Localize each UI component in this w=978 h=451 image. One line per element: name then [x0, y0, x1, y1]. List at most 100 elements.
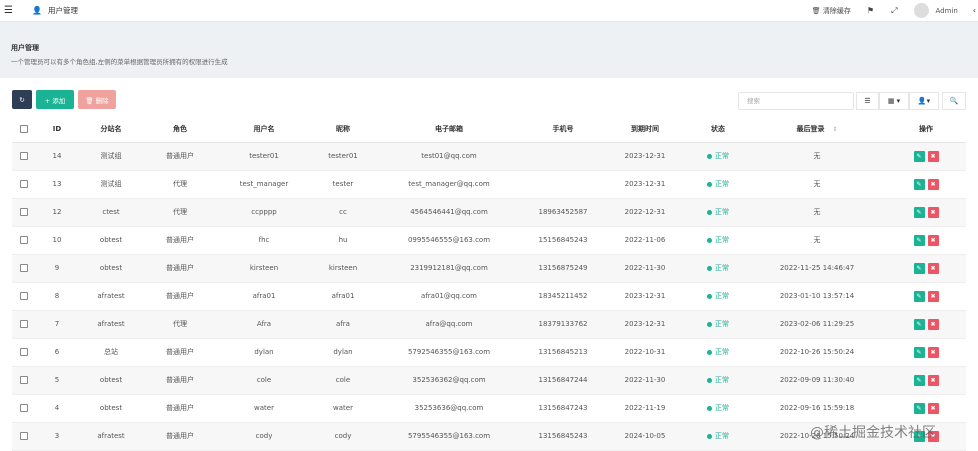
row-checkbox[interactable]	[12, 198, 36, 227]
menu-toggle-icon[interactable]: ☰	[4, 5, 18, 16]
chevron-left-icon[interactable]: ‹	[973, 6, 976, 15]
status-dot-icon	[707, 349, 712, 355]
col-role[interactable]: 角色	[144, 117, 216, 143]
delete-row-button[interactable]: ✖	[927, 346, 939, 358]
row-checkbox[interactable]	[12, 366, 36, 395]
cell-email: 5795546355@163.com	[374, 422, 524, 451]
columns-icon: ▦ ▾	[887, 97, 901, 105]
status-text: 正常	[715, 376, 729, 384]
clear-cache-button[interactable]: 🗑 清除缓存	[812, 6, 851, 16]
col-site[interactable]: 分站名	[78, 117, 144, 143]
cell-username: test_manager	[216, 170, 312, 199]
row-checkbox[interactable]	[12, 142, 36, 171]
row-checkbox[interactable]	[12, 338, 36, 367]
edit-button[interactable]: ✎	[913, 374, 925, 386]
table-row: 4 obtest 普通用户 water water 35253636@qq.com 1315…	[12, 394, 966, 423]
columns-button[interactable]: ▦ ▾	[879, 92, 909, 110]
toggle-view-button[interactable]: ☰	[856, 92, 879, 110]
col-nickname[interactable]: 昵称	[312, 117, 374, 143]
cell-email: 0995546555@163.com	[374, 226, 524, 255]
edit-button[interactable]: ✎	[913, 402, 925, 414]
cell-id: 3	[36, 422, 78, 451]
col-username[interactable]: 用户名	[216, 117, 312, 143]
tab-user-management[interactable]: 👤 用户管理	[32, 5, 78, 16]
delete-row-button[interactable]: ✖	[927, 318, 939, 330]
col-phone[interactable]: 手机号	[524, 117, 602, 143]
status-dot-icon	[707, 209, 712, 215]
delete-row-button[interactable]: ✖	[927, 206, 939, 218]
trash-icon: ✖	[930, 404, 936, 412]
trash-icon: ✖	[930, 320, 936, 328]
cell-nickname: cole	[312, 366, 374, 395]
cell-email: 352536362@qq.com	[374, 366, 524, 395]
edit-button[interactable]: ✎	[913, 178, 925, 190]
cell-email: test_manager@qq.com	[374, 170, 524, 199]
refresh-button[interactable]: ↻	[12, 90, 32, 109]
cell-role: 普通用户	[144, 422, 216, 451]
cell-username: cody	[216, 422, 312, 451]
cell-username: kirsteen	[216, 254, 312, 283]
delete-row-button[interactable]: ✖	[927, 402, 939, 414]
cell-nickname: afra	[312, 310, 374, 339]
page-header: 用户管理 一个管理员可以有多个角色组,左侧的菜单根据管理员所拥有的权限进行生成	[0, 22, 978, 78]
search-input[interactable]: 搜索	[738, 92, 854, 110]
pin-icon[interactable]: ⚑	[867, 6, 874, 15]
add-button[interactable]: + 添加	[36, 90, 74, 109]
cell-site: afratest	[78, 422, 144, 451]
col-expire[interactable]: 到期时间	[602, 117, 688, 143]
cell-role: 普通用户	[144, 254, 216, 283]
status-text: 正常	[715, 292, 729, 300]
cell-phone: 13156847244	[524, 366, 602, 395]
status-text: 正常	[715, 432, 729, 440]
col-id[interactable]: ID	[36, 117, 78, 143]
edit-button[interactable]: ✎	[913, 290, 925, 302]
col-email[interactable]: 电子邮箱	[374, 117, 524, 143]
col-status[interactable]: 状态	[688, 117, 748, 143]
edit-button[interactable]: ✎	[913, 150, 925, 162]
row-checkbox[interactable]	[12, 394, 36, 423]
table-row: 12 ctest 代理 ccpppp cc 4564546441@qq.com 189634…	[12, 198, 966, 227]
delete-button[interactable]: 🗑 删除	[78, 90, 116, 109]
row-checkbox[interactable]	[12, 226, 36, 255]
col-last-login[interactable]: 最后登录 ⇕	[748, 117, 886, 143]
delete-row-button[interactable]: ✖	[927, 374, 939, 386]
delete-row-button[interactable]: ✖	[927, 262, 939, 274]
cell-email: 5792546355@163.com	[374, 338, 524, 367]
cell-email: afra@qq.com	[374, 310, 524, 339]
cell-last-login: 2023-01-10 13:57:14	[748, 282, 886, 311]
fullscreen-icon[interactable]: ⤢	[891, 6, 897, 16]
edit-button[interactable]: ✎	[913, 262, 925, 274]
row-checkbox[interactable]	[12, 254, 36, 283]
delete-row-button[interactable]: ✖	[927, 234, 939, 246]
delete-row-button[interactable]: ✖	[927, 178, 939, 190]
row-checkbox[interactable]	[12, 282, 36, 311]
cell-actions: ✎ ✖	[886, 366, 966, 395]
delete-row-button[interactable]: ✖	[927, 150, 939, 162]
edit-button[interactable]: ✎	[913, 318, 925, 330]
edit-button[interactable]: ✎	[913, 346, 925, 358]
search-button[interactable]: 🔍	[942, 92, 966, 110]
cell-id: 4	[36, 394, 78, 423]
row-checkbox[interactable]	[12, 422, 36, 451]
cell-nickname: kirsteen	[312, 254, 374, 283]
cell-status: 正常	[688, 366, 748, 395]
delete-row-button[interactable]: ✖	[927, 290, 939, 302]
cell-nickname: tester01	[312, 142, 374, 171]
row-checkbox[interactable]	[12, 310, 36, 339]
pencil-icon: ✎	[916, 348, 922, 356]
user-table: ID 分站名 角色 用户名 昵称 电子邮箱 手机号 到期时间 状态 最后登录 ⇕ …	[12, 117, 966, 451]
cell-expire: 2024-10-05	[602, 422, 688, 451]
select-all-checkbox[interactable]	[12, 117, 36, 143]
table-row: 8 afratest 普通用户 afra01 afra01 afra01@qq.com 18…	[12, 282, 966, 311]
user-name[interactable]: Admin	[935, 7, 957, 15]
cell-email: afra01@qq.com	[374, 282, 524, 311]
status-dot-icon	[707, 377, 712, 383]
row-checkbox[interactable]	[12, 170, 36, 199]
cell-username: afra01	[216, 282, 312, 311]
edit-button[interactable]: ✎	[913, 206, 925, 218]
export-button[interactable]: 👤▾	[909, 92, 939, 110]
sort-icon[interactable]: ⇕	[832, 126, 837, 133]
edit-button[interactable]: ✎	[913, 234, 925, 246]
avatar[interactable]	[914, 3, 930, 18]
cell-expire: 2022-12-31	[602, 198, 688, 227]
